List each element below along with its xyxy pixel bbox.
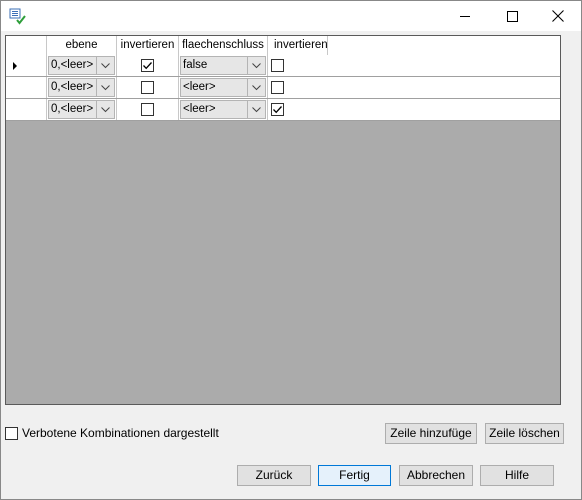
combination-grid[interactable]: ebene invertieren flaechenschluss invert…: [5, 35, 561, 405]
add-row-button[interactable]: Zeile hinzufüge: [385, 423, 477, 444]
chevron-down-icon: [252, 106, 261, 112]
row-header[interactable]: [6, 99, 47, 120]
flaechenschluss-combo[interactable]: false: [180, 56, 266, 75]
ebene-dropdown-button[interactable]: [96, 101, 114, 118]
invertieren-2-checkbox[interactable]: [271, 103, 284, 116]
checkmark-icon: [273, 106, 282, 114]
flaechenschluss-value: <leer>: [183, 81, 216, 93]
flaechenschluss-combo[interactable]: <leer>: [180, 100, 266, 119]
ebene-value: 0,<leer>: [51, 81, 94, 93]
ebene-cell[interactable]: 0,<leer>: [47, 99, 117, 120]
ebene-value: 0,<leer>: [51, 103, 94, 115]
flaechenschluss-dropdown-button[interactable]: [247, 79, 265, 96]
row-header[interactable]: [6, 77, 47, 98]
data-grid-check-icon: [9, 8, 26, 25]
column-header-ebene[interactable]: ebene: [47, 36, 117, 55]
table-row[interactable]: 0,<leer> <leer>: [6, 99, 560, 121]
column-header-invertieren-1[interactable]: invertieren: [117, 36, 179, 55]
flaechenschluss-combo[interactable]: <leer>: [180, 78, 266, 97]
ebene-value: 0,<leer>: [51, 59, 94, 71]
flaechenschluss-value: <leer>: [183, 103, 216, 115]
verbotene-label: Verbotene Kombinationen dargestellt: [22, 426, 219, 440]
invertieren-2-cell[interactable]: [268, 55, 560, 76]
grid-header: ebene invertieren flaechenschluss invert…: [6, 36, 560, 56]
invertieren-1-checkbox[interactable]: [141, 103, 154, 116]
help-button[interactable]: Hilfe: [480, 465, 554, 486]
ebene-combo[interactable]: 0,<leer>: [48, 100, 115, 119]
chevron-down-icon: [101, 106, 110, 112]
close-button[interactable]: [535, 1, 581, 31]
column-header-flaechenschluss[interactable]: flaechenschluss: [179, 36, 268, 55]
invertieren-2-checkbox[interactable]: [271, 59, 284, 72]
close-icon: [552, 10, 564, 22]
invertieren-2-cell[interactable]: [268, 77, 560, 98]
chevron-down-icon: [101, 84, 110, 90]
cancel-button[interactable]: Abbrechen: [399, 465, 473, 486]
flaechenschluss-cell[interactable]: <leer>: [179, 99, 268, 120]
table-row[interactable]: 0,<leer> <leer>: [6, 77, 560, 99]
maximize-button[interactable]: [489, 1, 535, 31]
column-header-invertieren-2[interactable]: invertieren: [268, 36, 328, 55]
table-row[interactable]: 0,<leer> false: [6, 55, 560, 77]
invertieren-1-checkbox[interactable]: [141, 59, 154, 72]
title-bar[interactable]: [1, 1, 581, 31]
verbotene-checkbox[interactable]: [5, 427, 18, 440]
invertieren-2-checkbox[interactable]: [271, 81, 284, 94]
chevron-down-icon: [252, 62, 261, 68]
flaechenschluss-dropdown-button[interactable]: [247, 101, 265, 118]
maximize-icon: [506, 10, 518, 22]
minimize-icon: [459, 15, 470, 17]
checkmark-icon: [143, 62, 152, 70]
row-header-column: [6, 36, 47, 55]
ebene-combo[interactable]: 0,<leer>: [48, 56, 115, 75]
ebene-dropdown-button[interactable]: [96, 57, 114, 74]
invertieren-1-checkbox[interactable]: [141, 81, 154, 94]
invertieren-2-cell[interactable]: [268, 99, 560, 120]
ebene-dropdown-button[interactable]: [96, 79, 114, 96]
flaechenschluss-cell[interactable]: false: [179, 55, 268, 76]
minimize-button[interactable]: [442, 1, 488, 31]
flaechenschluss-value: false: [183, 59, 208, 71]
ebene-cell[interactable]: 0,<leer>: [47, 77, 117, 98]
delete-row-button[interactable]: Zeile löschen: [485, 423, 564, 444]
invertieren-1-cell[interactable]: [117, 55, 179, 76]
chevron-down-icon: [252, 84, 261, 90]
flaechenschluss-dropdown-button[interactable]: [247, 57, 265, 74]
ebene-combo[interactable]: 0,<leer>: [48, 78, 115, 97]
invertieren-1-cell[interactable]: [117, 77, 179, 98]
finish-button[interactable]: Fertig: [318, 465, 391, 486]
current-row-arrow-icon: [13, 62, 17, 70]
ebene-cell[interactable]: 0,<leer>: [47, 55, 117, 76]
back-button[interactable]: Zurück: [237, 465, 311, 486]
invertieren-1-cell[interactable]: [117, 99, 179, 120]
chevron-down-icon: [101, 62, 110, 68]
row-header[interactable]: [6, 55, 47, 76]
flaechenschluss-cell[interactable]: <leer>: [179, 77, 268, 98]
dialog-window: ebene invertieren flaechenschluss invert…: [0, 0, 582, 500]
